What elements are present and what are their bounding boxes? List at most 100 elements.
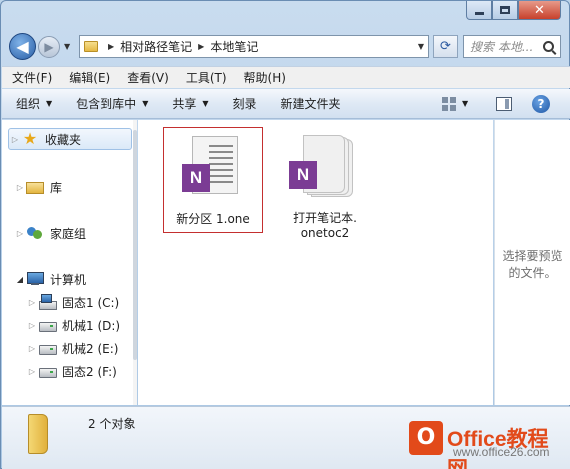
folder-icon <box>84 41 98 52</box>
nav-item-label: 收藏夹 <box>45 132 82 147</box>
breadcrumb-item[interactable]: 相对路径笔记 <box>120 38 192 55</box>
nav-item-computer[interactable]: ◢ 计算机 <box>14 268 86 290</box>
nav-item-label: 库 <box>50 180 63 195</box>
search-icon[interactable] <box>543 41 554 52</box>
menu-view[interactable]: 查看(V) <box>127 69 169 86</box>
file-name: 打开笔记本. onetoc2 <box>275 211 375 241</box>
nav-item-label: 固态1 (C:) <box>62 295 120 310</box>
command-bar: 组织 ▼ 包含到库中 ▼ 共享 ▼ 刻录 新建文件夹 ▼ ? <box>2 89 570 119</box>
minimize-icon <box>474 11 484 15</box>
file-name-line: onetoc2 <box>300 226 350 240</box>
expand-arrow-icon[interactable]: ▷ <box>26 321 38 330</box>
hard-drive-icon <box>38 317 57 333</box>
nav-item-label: 机械2 (E:) <box>62 341 119 356</box>
address-dropdown-icon[interactable]: ▼ <box>418 42 424 51</box>
preview-message: 选择要预览 的文件。 <box>495 248 570 282</box>
expand-arrow-icon[interactable]: ▷ <box>26 367 38 376</box>
back-arrow-icon: ◀ <box>16 37 29 56</box>
view-options-dropdown-icon[interactable]: ▼ <box>462 99 468 108</box>
hard-drive-icon <box>38 340 57 356</box>
minimize-button[interactable] <box>466 1 492 20</box>
file-item-section[interactable]: N 新分区 1.one <box>163 127 263 233</box>
window-caption-buttons: ✕ <box>466 1 561 20</box>
watermark-logo-icon: O <box>409 421 443 455</box>
nav-scroll-thumb[interactable] <box>133 130 137 360</box>
maximize-icon <box>500 6 510 14</box>
refresh-button[interactable]: ⟳ <box>433 35 458 58</box>
preview-pane-toggle-icon[interactable] <box>496 97 512 111</box>
new-folder-button[interactable]: 新建文件夹 <box>281 95 341 112</box>
collapse-arrow-icon[interactable]: ◢ <box>14 275 26 284</box>
nav-item-label: 计算机 <box>50 272 87 287</box>
file-item-notebook-toc[interactable]: N 打开笔记本. onetoc2 <box>275 127 375 240</box>
nav-item-label: 固态2 (F:) <box>62 364 117 379</box>
back-button[interactable]: ◀ <box>9 33 36 60</box>
nav-item-libraries[interactable]: ▷ 库 <box>14 176 62 198</box>
explorer-window: ✕ ◀ ▶ ▼ ▶ 相对路径笔记 ▶ 本地笔记 ▼ ⟳ 搜索 本地... 文件(… <box>0 0 570 469</box>
chevron-down-icon: ▼ <box>142 99 149 108</box>
nav-item-favorites[interactable]: ▷ ★ 收藏夹 <box>8 128 132 150</box>
file-name-line: 打开笔记本. <box>293 211 357 225</box>
nav-item-drive-d[interactable]: ▷ 机械1 (D:) <box>26 314 120 336</box>
expand-arrow-icon[interactable]: ▷ <box>14 229 26 238</box>
homegroup-icon <box>26 225 44 241</box>
breadcrumb-item[interactable]: 本地笔记 <box>210 38 258 55</box>
expand-arrow-icon[interactable]: ▷ <box>9 135 21 144</box>
refresh-icon: ⟳ <box>440 39 451 54</box>
help-icon[interactable]: ? <box>532 95 550 113</box>
menu-bar: 文件(F) 编辑(E) 查看(V) 工具(T) 帮助(H) <box>2 66 570 88</box>
breadcrumb-separator-icon[interactable]: ▶ <box>108 42 114 51</box>
nav-item-drive-c[interactable]: ▷ 固态1 (C:) <box>26 291 119 313</box>
search-input[interactable]: 搜索 本地... <box>470 38 543 55</box>
nav-scrollbar[interactable] <box>133 120 137 405</box>
menu-file[interactable]: 文件(F) <box>12 69 52 86</box>
chevron-down-icon: ▼ <box>202 99 209 108</box>
nav-item-drive-f[interactable]: ▷ 固态2 (F:) <box>26 360 117 382</box>
nav-item-label: 家庭组 <box>50 226 87 241</box>
item-count: 2 个对象 <box>88 417 136 431</box>
watermark-url: www.office26.com <box>453 445 550 459</box>
nav-item-label: 机械1 (D:) <box>62 318 121 333</box>
maximize-button[interactable] <box>492 1 518 20</box>
close-icon: ✕ <box>534 2 545 18</box>
menu-edit[interactable]: 编辑(E) <box>69 69 110 86</box>
preview-message-line: 选择要预览 <box>502 249 563 263</box>
star-icon: ★ <box>22 129 38 148</box>
organize-button[interactable]: 组织 ▼ <box>16 95 52 112</box>
expand-arrow-icon[interactable]: ▷ <box>14 183 26 192</box>
nav-item-drive-e[interactable]: ▷ 机械2 (E:) <box>26 337 119 359</box>
navigation-pane: ▷ ★ 收藏夹 ▷ 库 ▷ 家庭组 ◢ 计算机 ▷ 固态1 (C:) ▷ 机械1… <box>2 120 137 405</box>
menu-help[interactable]: 帮助(H) <box>244 69 286 86</box>
preview-message-line: 的文件。 <box>508 266 557 280</box>
close-button[interactable]: ✕ <box>518 1 561 20</box>
expand-arrow-icon[interactable]: ▷ <box>26 298 38 307</box>
file-name: 新分区 1.one <box>176 212 250 226</box>
recent-pages-dropdown[interactable]: ▼ <box>64 42 70 51</box>
forward-arrow-icon: ▶ <box>44 40 54 54</box>
onenote-logo-icon: N <box>289 161 317 189</box>
include-in-library-button[interactable]: 包含到库中 ▼ <box>76 95 148 112</box>
navigation-row: ◀ ▶ ▼ ▶ 相对路径笔记 ▶ 本地笔记 ▼ ⟳ 搜索 本地... <box>9 33 563 60</box>
preview-pane: 选择要预览 的文件。 <box>494 120 570 405</box>
file-list: N 新分区 1.one N 打开笔记本. onetoc2 <box>138 120 493 405</box>
breadcrumb-separator-icon[interactable]: ▶ <box>198 42 204 51</box>
onenote-logo-icon: N <box>182 164 210 192</box>
share-button[interactable]: 共享 ▼ <box>172 95 208 112</box>
forward-button[interactable]: ▶ <box>38 36 60 58</box>
nav-item-homegroup[interactable]: ▷ 家庭组 <box>14 222 86 244</box>
include-in-library-label: 包含到库中 <box>76 97 137 111</box>
address-bar[interactable]: ▶ 相对路径笔记 ▶ 本地笔记 ▼ <box>79 35 429 58</box>
change-view-icon[interactable] <box>442 97 456 111</box>
menu-tools[interactable]: 工具(T) <box>186 69 227 86</box>
library-icon <box>26 182 44 194</box>
hard-drive-icon <box>38 363 57 379</box>
chevron-down-icon: ▼ <box>46 99 53 108</box>
folder-icon <box>28 414 48 454</box>
burn-button[interactable]: 刻录 <box>233 95 257 112</box>
computer-icon <box>26 271 44 287</box>
system-drive-icon <box>38 294 57 310</box>
expand-arrow-icon[interactable]: ▷ <box>26 344 38 353</box>
search-box[interactable]: 搜索 本地... <box>463 35 561 58</box>
share-label: 共享 <box>172 97 197 111</box>
organize-label: 组织 <box>16 97 41 111</box>
